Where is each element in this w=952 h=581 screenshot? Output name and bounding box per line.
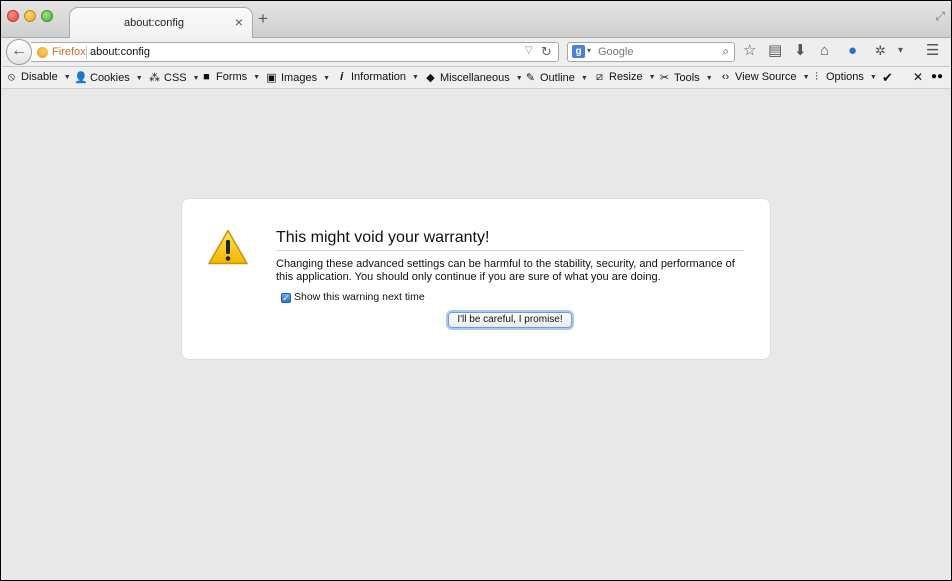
- show-warning-checkbox[interactable]: ✓: [281, 293, 291, 303]
- resize-icon: ⧄: [596, 71, 603, 83]
- search-engine-dropdown-icon[interactable]: ▾: [587, 46, 591, 55]
- dev-tools-menu[interactable]: ✂ Tools ▼: [658, 71, 713, 84]
- chevron-down-icon: ▼: [802, 74, 810, 81]
- cookies-icon: 👤: [74, 72, 88, 84]
- home-icon[interactable]: ⌂: [820, 43, 829, 59]
- dev-cookies-menu[interactable]: 👤 Cookies ▼: [74, 71, 143, 84]
- bookmarks-menu-icon[interactable]: ▤: [768, 43, 782, 59]
- search-icon[interactable]: ⌕: [722, 44, 729, 59]
- addon-dropdown-icon[interactable]: ▾: [898, 43, 903, 59]
- dev-css-menu[interactable]: ⁂ CSS ▼: [148, 71, 200, 84]
- tools-wrench-icon: ✂: [659, 72, 670, 84]
- page-content: This might void your warranty! Changing …: [1, 90, 951, 580]
- new-tab-button[interactable]: +: [258, 10, 268, 27]
- more-dots-icon[interactable]: ●●: [931, 71, 943, 82]
- web-developer-toolbar: ⦸ Disable ▼ 👤 Cookies ▼ ⁂ CSS ▼ ■ Forms ▼ ▣ Image…: [1, 67, 951, 89]
- warning-icon: [208, 229, 248, 265]
- downloads-icon[interactable]: ⬇: [794, 43, 807, 59]
- url-history-dropdown-icon[interactable]: ▽: [525, 45, 533, 56]
- browser-window: about:config × + ⤢ Firefox about:config …: [1, 1, 951, 580]
- dev-check-icon[interactable]: ✔: [882, 70, 893, 86]
- information-icon: 𝒊: [339, 71, 344, 83]
- fullscreen-icon[interactable]: ⤢: [935, 9, 945, 24]
- chevron-down-icon: ▼: [869, 74, 877, 81]
- dev-options-menu[interactable]: ⫶ Options ▼: [810, 71, 877, 84]
- dev-miscellaneous-menu[interactable]: ◆ Miscellaneous ▼: [424, 71, 523, 84]
- search-bar[interactable]: g ▾ Google ⌕: [567, 42, 735, 62]
- dev-resize-menu[interactable]: ⧄ Resize ▼: [593, 71, 656, 84]
- tab-about-config[interactable]: about:config ×: [69, 7, 253, 39]
- chevron-down-icon: ▼: [63, 74, 71, 81]
- tab-close-icon[interactable]: ×: [235, 14, 243, 30]
- chevron-down-icon: ▼: [135, 75, 143, 82]
- dev-outline-menu[interactable]: ✎ Outline ▼: [524, 71, 588, 84]
- forms-icon: ■: [203, 71, 210, 83]
- miscellaneous-icon: ◆: [426, 72, 435, 84]
- window-close-button[interactable]: [7, 10, 19, 22]
- window-zoom-button[interactable]: [41, 10, 53, 22]
- navigation-bar: Firefox about:config ▽ ↻ ← g ▾ Google ⌕ …: [1, 38, 951, 67]
- show-warning-label: Show this warning next time: [294, 291, 425, 303]
- dev-forms-menu[interactable]: ■ Forms ▼: [200, 71, 260, 83]
- dev-view-source-menu[interactable]: ‹› View Source ▼: [719, 71, 810, 83]
- dev-images-menu[interactable]: ▣ Images ▼: [265, 71, 330, 84]
- dev-information-menu[interactable]: 𝒊 Information ▼: [335, 71, 419, 84]
- url-input[interactable]: about:config: [90, 46, 150, 58]
- show-warning-checkbox-row[interactable]: ✓ Show this warning next time: [281, 291, 425, 303]
- google-engine-icon[interactable]: g: [572, 45, 585, 58]
- menu-icon[interactable]: ☰: [926, 43, 939, 59]
- accept-risk-button[interactable]: I'll be careful, I promise!: [448, 312, 572, 328]
- chevron-down-icon: ▼: [705, 75, 713, 82]
- css-wand-icon: ⁂: [149, 72, 160, 84]
- dev-disable-menu[interactable]: ⦸ Disable ▼: [5, 71, 71, 84]
- view-source-icon: ‹›: [721, 71, 730, 83]
- chevron-down-icon: ▼: [253, 74, 261, 81]
- chevron-down-icon: ▼: [515, 75, 523, 82]
- chevron-down-icon: ▼: [412, 74, 419, 81]
- url-separator: [86, 46, 87, 59]
- chevron-down-icon: ▼: [648, 74, 656, 81]
- identity-label[interactable]: Firefox: [52, 46, 86, 58]
- chevron-down-icon: ▼: [192, 75, 200, 82]
- title-bar: about:config × + ⤢: [1, 1, 951, 39]
- back-button[interactable]: ←: [6, 39, 32, 65]
- outline-pencil-icon: ✎: [525, 72, 536, 84]
- images-icon: ▣: [266, 72, 277, 84]
- firefox-identity-icon: [37, 47, 48, 58]
- bookmark-star-icon[interactable]: ☆: [743, 43, 756, 59]
- chevron-down-icon: ▼: [323, 75, 331, 82]
- dialog-title: This might void your warranty!: [276, 229, 744, 251]
- addon-icon[interactable]: ✲: [875, 43, 886, 59]
- search-input[interactable]: Google: [598, 46, 633, 58]
- dev-close-icon[interactable]: ✕: [913, 70, 923, 84]
- chevron-down-icon: ▼: [580, 75, 588, 82]
- sync-icon[interactable]: ●: [848, 43, 857, 59]
- warning-dialog: This might void your warranty! Changing …: [181, 198, 771, 360]
- options-sliders-icon: ⫶: [815, 71, 818, 83]
- reload-icon[interactable]: ↻: [541, 44, 552, 60]
- url-bar[interactable]: Firefox about:config ▽ ↻: [31, 42, 559, 62]
- disable-icon: ⦸: [7, 71, 16, 83]
- dialog-message: Changing these advanced settings can be …: [276, 258, 735, 283]
- window-minimize-button[interactable]: [24, 10, 36, 22]
- tab-title: about:config: [124, 17, 184, 29]
